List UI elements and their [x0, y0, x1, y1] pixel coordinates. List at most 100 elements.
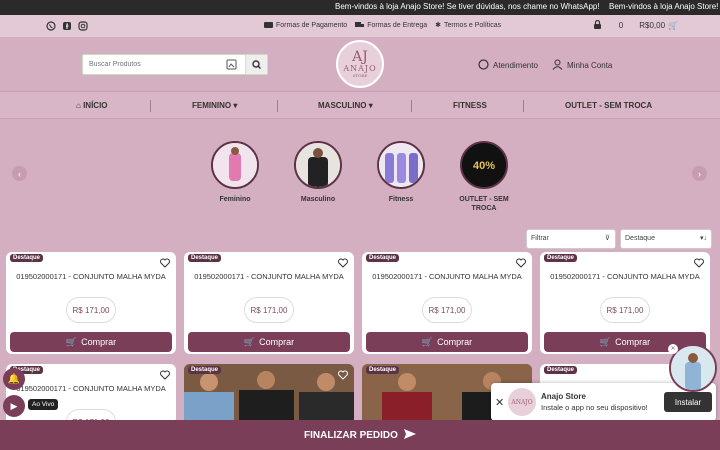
- whatsapp-icon[interactable]: [46, 21, 56, 31]
- user-icon: [552, 59, 563, 72]
- instagram-icon[interactable]: [78, 21, 88, 31]
- card-icon: [264, 22, 273, 28]
- heart-icon[interactable]: [160, 258, 170, 268]
- product-title[interactable]: 019502000171 - CONJUNTO MALHA MYDA: [6, 272, 176, 281]
- buy-button[interactable]: 🛒 Comprar: [10, 332, 172, 352]
- product-title[interactable]: 019502000171 - CONJUNTO MALHA MYDA: [540, 272, 710, 281]
- buy-label: Comprar: [437, 337, 473, 347]
- live-video-button[interactable]: ▶: [3, 395, 25, 417]
- featured-badge: Destaque: [188, 366, 222, 374]
- heart-icon[interactable]: [338, 370, 348, 380]
- product-price: R$ 171,00: [244, 297, 294, 323]
- search-input[interactable]: [83, 61, 223, 68]
- app-title: Anajo Store: [541, 392, 586, 401]
- bell-icon: 🔔: [7, 373, 21, 385]
- heart-icon[interactable]: [338, 258, 348, 268]
- chevron-left-icon: ‹: [18, 168, 21, 179]
- close-icon[interactable]: ✕: [668, 344, 678, 354]
- terms-link[interactable]: ✱ Termos e Políticas: [435, 21, 501, 30]
- nav-masculino[interactable]: MASCULINO ▾: [318, 101, 373, 110]
- sort-icon: ▾↓: [699, 235, 707, 242]
- search-button[interactable]: [245, 55, 267, 74]
- nav-feminino[interactable]: FEMININO ▾: [192, 101, 237, 110]
- nav-home[interactable]: ⌂ INÍCIO: [76, 101, 108, 110]
- payment-methods-link[interactable]: Formas de Pagamento: [264, 21, 347, 29]
- home-icon: ⌂: [76, 101, 81, 110]
- product-title[interactable]: 019502000171 - CONJUNTO MALHA MYDA: [362, 272, 532, 281]
- heart-icon[interactable]: [160, 370, 170, 380]
- category-image: [377, 141, 425, 189]
- filter-label: Filtrar: [531, 235, 549, 242]
- category-image: [294, 141, 342, 189]
- account-link[interactable]: Minha Conta: [552, 59, 612, 72]
- support-label: Atendimento: [493, 61, 538, 70]
- featured-badge: Destaque: [544, 254, 578, 262]
- product-card[interactable]: Destaque 019502000171 - CONJUNTO MALHA M…: [184, 252, 354, 354]
- sort-label: Destaque: [625, 235, 655, 242]
- facebook-icon[interactable]: [62, 21, 72, 31]
- carousel-next-button[interactable]: ›: [692, 166, 707, 181]
- product-card[interactable]: Destaque: [184, 364, 354, 424]
- checkout-label: FINALIZAR PEDIDO: [304, 429, 398, 441]
- app-logo: ANAJO: [507, 387, 537, 417]
- nav-outlet[interactable]: OUTLET - SEM TROCA: [565, 101, 652, 110]
- close-icon[interactable]: ✕: [495, 396, 504, 409]
- buy-button[interactable]: 🛒 Comprar: [188, 332, 350, 352]
- product-title[interactable]: 019502000171 - CONJUNTO MALHA MYDA: [6, 384, 176, 393]
- category-feminino[interactable]: Feminino: [205, 141, 265, 204]
- product-title[interactable]: 019502000171 - CONJUNTO MALHA MYDA: [184, 272, 354, 281]
- delivery-methods-label: Formas de Entrega: [367, 21, 428, 29]
- support-link[interactable]: Atendimento: [478, 59, 538, 72]
- nav-fitness[interactable]: FITNESS: [453, 101, 487, 110]
- category-label: Masculino: [300, 196, 336, 203]
- cart-link[interactable]: R$0,00 🛒: [639, 21, 678, 30]
- video-icon: ▶: [10, 400, 18, 411]
- install-button[interactable]: Instalar: [664, 392, 712, 412]
- product-card[interactable]: Destaque 019502000171 - CONJUNTO MALHA M…: [540, 252, 710, 354]
- image-search-icon[interactable]: [226, 59, 237, 70]
- featured-badge: Destaque: [366, 254, 400, 262]
- featured-badge: Destaque: [10, 254, 44, 262]
- payment-methods-label: Formas de Pagamento: [276, 21, 348, 29]
- story-thumbnail: [671, 346, 715, 390]
- nav-home-label: INÍCIO: [83, 101, 108, 110]
- category-label: OUTLET - SEM TROCA: [459, 196, 509, 212]
- chevron-right-icon: ›: [698, 168, 701, 179]
- cart-count: 0: [618, 21, 624, 30]
- header: AJ ANAJO STORE Atendimento Minha Conta: [0, 37, 720, 91]
- product-price: R$ 171,00: [422, 297, 472, 323]
- buy-button[interactable]: 🛒 Comprar: [366, 332, 528, 352]
- ticker-message: Bem-vindos à loja Anajo Store! Se tiver …: [335, 2, 600, 11]
- live-badge: Ao Vivo: [28, 399, 59, 410]
- product-card[interactable]: Destaque 019502000171 - CONJUNTO MALHA M…: [6, 364, 176, 424]
- featured-badge: Destaque: [366, 366, 400, 374]
- delivery-methods-link[interactable]: Formas de Entrega: [355, 21, 427, 29]
- cart-icon: 🛒: [421, 336, 434, 347]
- nav-outlet-label: OUTLET - SEM TROCA: [565, 101, 653, 110]
- filter-select[interactable]: Filtrar ⊽: [526, 229, 616, 249]
- logo-name: ANAJO: [343, 64, 377, 73]
- app-description: Instale o app no seu dispositivo!: [541, 403, 648, 412]
- nav-fitness-label: FITNESS: [453, 101, 487, 110]
- store-logo[interactable]: AJ ANAJO STORE: [336, 40, 384, 88]
- featured-badge: Destaque: [544, 366, 578, 374]
- search-icon: [252, 60, 261, 69]
- category-fitness[interactable]: Fitness: [371, 141, 431, 204]
- product-card[interactable]: Destaque 019502000171 - CONJUNTO MALHA M…: [6, 252, 176, 354]
- category-masculino[interactable]: Masculino: [288, 141, 348, 204]
- heart-icon[interactable]: [516, 258, 526, 268]
- notification-bell-button[interactable]: 🔔: [3, 368, 25, 390]
- heart-icon[interactable]: [694, 258, 704, 268]
- announcement-ticker: Bem-vindos à loja Anajo Store! Se tiver …: [0, 0, 720, 15]
- product-card[interactable]: Destaque 019502000171 - CONJUNTO MALHA M…: [362, 252, 532, 354]
- cart-icon: 🛒: [65, 336, 78, 347]
- category-label: Fitness: [388, 196, 414, 203]
- checkout-bar[interactable]: FINALIZAR PEDIDO: [0, 420, 720, 450]
- gear-icon: ✱: [435, 22, 441, 29]
- sort-select[interactable]: Destaque ▾↓: [620, 229, 712, 249]
- buy-label: Comprar: [81, 337, 117, 347]
- cart-icon: 🛒: [243, 336, 256, 347]
- truck-icon: [355, 21, 365, 27]
- category-outlet[interactable]: 40% OUTLET - SEM TROCA: [454, 141, 514, 213]
- carousel-prev-button[interactable]: ‹: [12, 166, 27, 181]
